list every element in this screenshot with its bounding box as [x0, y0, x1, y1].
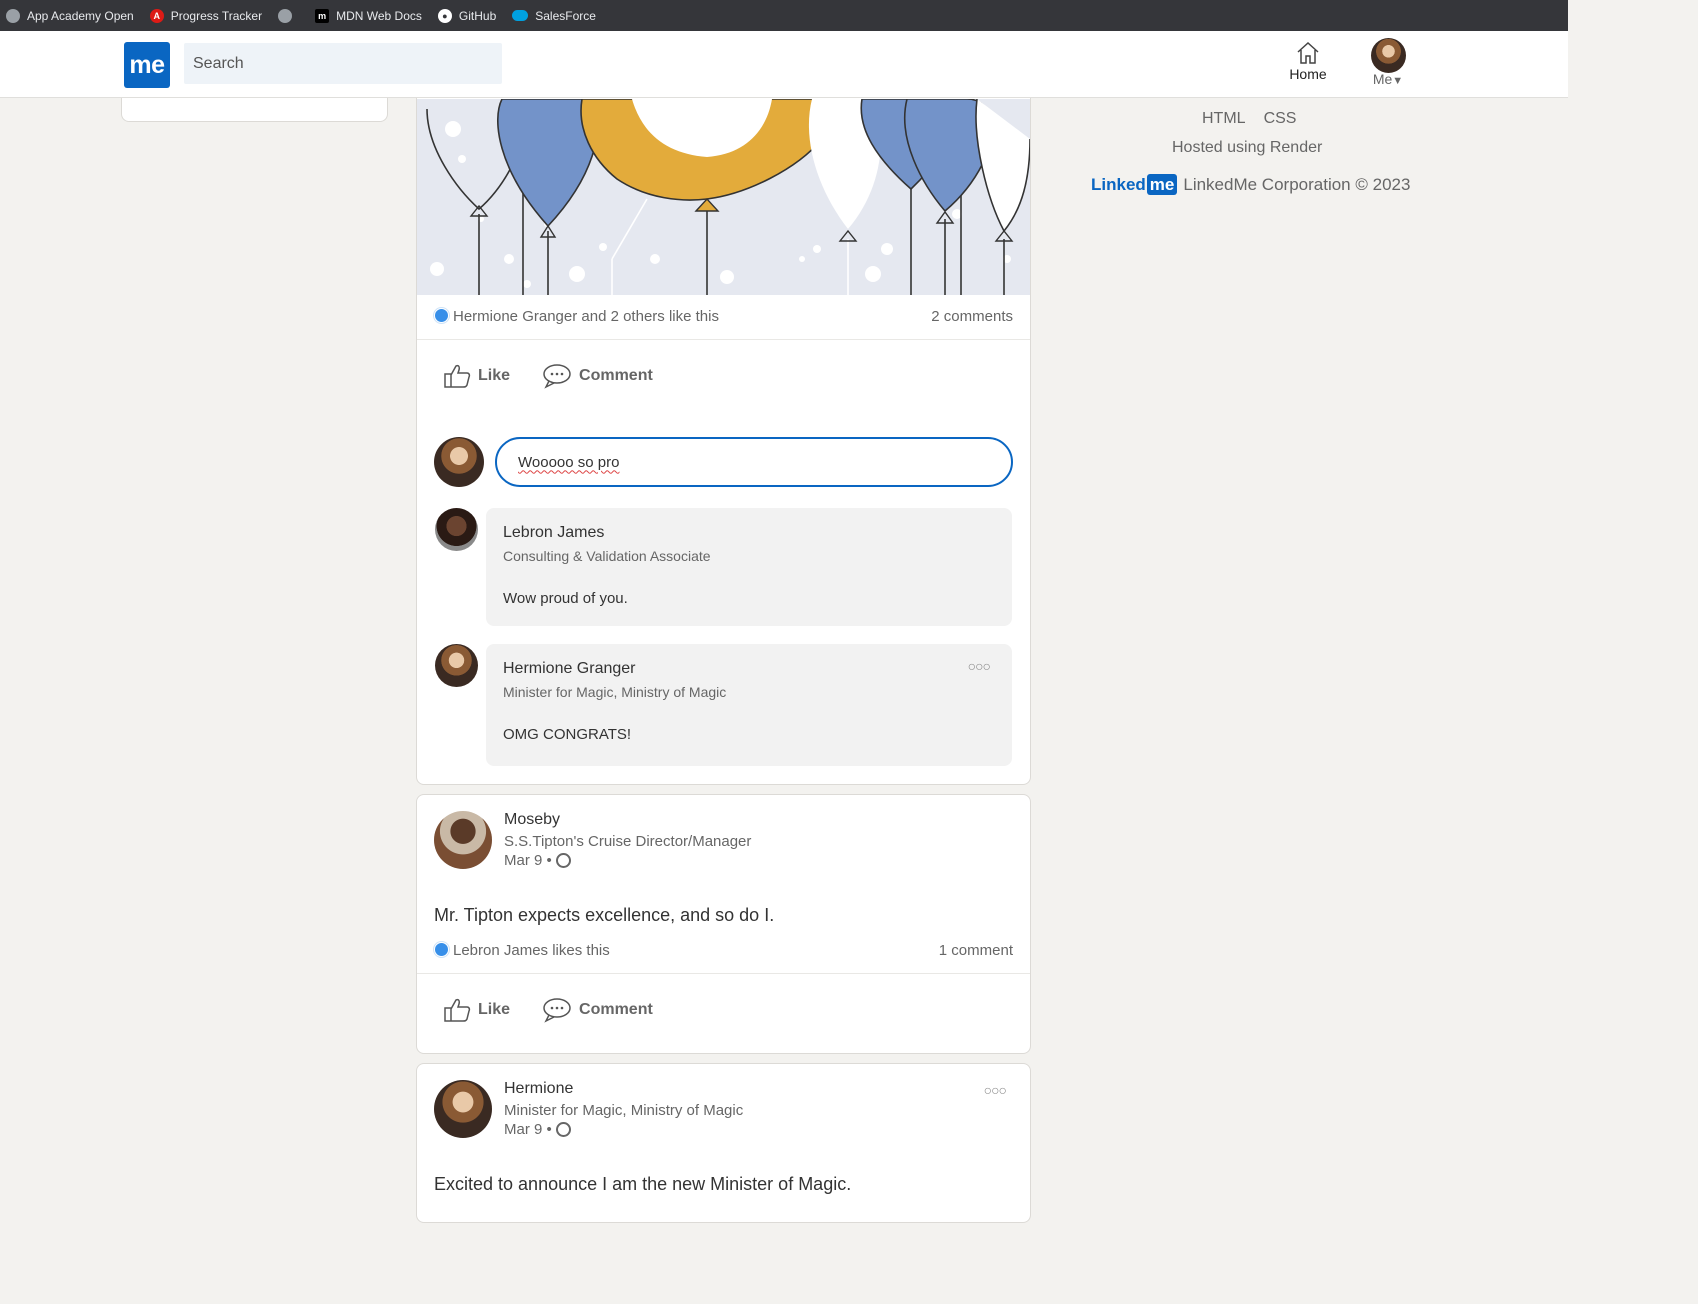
author-avatar[interactable]: [434, 811, 492, 869]
divider: [417, 973, 1030, 974]
footer-link-css[interactable]: CSS: [1264, 110, 1297, 128]
commenter-avatar[interactable]: [435, 508, 478, 551]
globe-icon: [6, 8, 20, 23]
like-reaction-icon: [434, 307, 449, 323]
likes-summary[interactable]: Lebron James likes this: [434, 941, 610, 959]
caret-down-icon: ▼: [1392, 75, 1404, 87]
post-body: Excited to announce I am the new Ministe…: [434, 1174, 852, 1194]
globe-icon: [278, 8, 293, 23]
footer-links: HTML CSS: [1202, 110, 1296, 128]
bookmark-github[interactable]: ● GitHub: [437, 8, 496, 23]
post-actions: Like Comment: [443, 994, 653, 1026]
thumbs-up-icon: [444, 364, 471, 388]
thumbs-up-icon: [444, 998, 471, 1022]
logo[interactable]: me: [124, 42, 170, 88]
github-icon: ●: [437, 8, 452, 23]
top-nav: me Home Me▼: [0, 31, 1568, 98]
post-actions: Like Comment: [443, 360, 653, 392]
author-title: S.S.Tipton's Cruise Director/Manager: [504, 833, 752, 850]
post-date: Mar 9 •: [504, 852, 751, 869]
post-social-counts: Lebron James likes this 1 comment: [434, 938, 1013, 962]
hosted-note: Hosted using Render: [1172, 139, 1323, 156]
commenter-title: Consulting & Validation Associate: [503, 548, 711, 564]
commenter-name[interactable]: Hermione Granger: [503, 660, 995, 678]
globe-icon: [555, 853, 571, 868]
post-header: Moseby S.S.Tipton's Cruise Director/Mana…: [434, 811, 751, 869]
current-user-avatar: [434, 437, 484, 487]
nav-me-menu[interactable]: Me▼: [1366, 38, 1410, 87]
globe-icon: [555, 1122, 571, 1137]
comment-text: Wow proud of you.: [503, 590, 628, 607]
comment-text: OMG CONGRATS!: [503, 726, 632, 743]
bookmark-progress-tracker[interactable]: A Progress Tracker: [149, 8, 262, 23]
more-options-icon[interactable]: ○○○: [984, 1082, 1007, 1098]
commenter-avatar[interactable]: [435, 644, 478, 687]
footer-copyright: Linked me LinkedMe Corporation © 2023: [1091, 174, 1411, 195]
comments-count[interactable]: 2 comments: [931, 308, 1013, 325]
me-avatar: [1370, 38, 1406, 73]
balloons-illustration: [417, 99, 1030, 295]
post-image: [417, 99, 1030, 295]
comment-input[interactable]: Wooooo so pro: [495, 437, 1013, 487]
commenter-title: Minister for Magic, Ministry of Magic: [503, 684, 727, 700]
nav-home[interactable]: Home: [1284, 41, 1332, 82]
comment-item: Hermione Granger Minister for Magic, Min…: [486, 644, 1012, 766]
like-button[interactable]: Like: [443, 997, 510, 1023]
comment-item: Lebron James Consulting & Validation Ass…: [486, 508, 1012, 626]
post-social-counts: Hermione Granger and 2 others like this …: [434, 304, 1013, 328]
author-name[interactable]: Hermione: [504, 1080, 743, 1098]
salesforce-icon: [512, 10, 529, 21]
post-body: Mr. Tipton expects excellence, and so do…: [434, 905, 775, 925]
post-date: Mar 9 •: [504, 1121, 743, 1138]
author-name[interactable]: Moseby: [504, 811, 751, 829]
comment-button[interactable]: Comment: [542, 363, 653, 389]
commenter-name[interactable]: Lebron James: [503, 524, 995, 542]
angular-icon: A: [149, 8, 164, 23]
comment-bubble-icon: [543, 998, 571, 1023]
footer-link-html[interactable]: HTML: [1202, 110, 1246, 128]
comment-bubble-icon: [543, 364, 571, 389]
post-header: Hermione Minister for Magic, Ministry of…: [434, 1080, 743, 1138]
author-avatar[interactable]: [434, 1080, 492, 1138]
comment-button[interactable]: Comment: [542, 997, 653, 1023]
like-reaction-icon: [434, 941, 449, 957]
like-button[interactable]: Like: [443, 363, 510, 389]
more-options-icon[interactable]: ○○○: [968, 658, 991, 674]
bookmarks-bar: App Academy Open A Progress Tracker m MD…: [0, 0, 1568, 31]
bookmark-mdn[interactable]: m MDN Web Docs: [315, 8, 422, 23]
divider: [417, 339, 1030, 340]
bookmark-globe[interactable]: [278, 8, 299, 23]
search-input[interactable]: [184, 43, 502, 84]
post-card: Hermione Granger and 2 others like this …: [416, 60, 1031, 785]
bookmark-app-academy[interactable]: App Academy Open: [6, 8, 134, 23]
post-card: Moseby S.S.Tipton's Cruise Director/Mana…: [416, 794, 1031, 1054]
mdn-icon: m: [315, 8, 330, 23]
likes-summary[interactable]: Hermione Granger and 2 others like this: [434, 307, 719, 325]
author-title: Minister for Magic, Ministry of Magic: [504, 1102, 744, 1119]
footer-logo: Linked me: [1091, 174, 1178, 195]
bookmark-salesforce[interactable]: SalesForce: [512, 9, 596, 23]
home-icon: [1297, 41, 1319, 64]
comments-count[interactable]: 1 comment: [939, 942, 1013, 959]
post-card: Hermione Minister for Magic, Ministry of…: [416, 1063, 1031, 1223]
